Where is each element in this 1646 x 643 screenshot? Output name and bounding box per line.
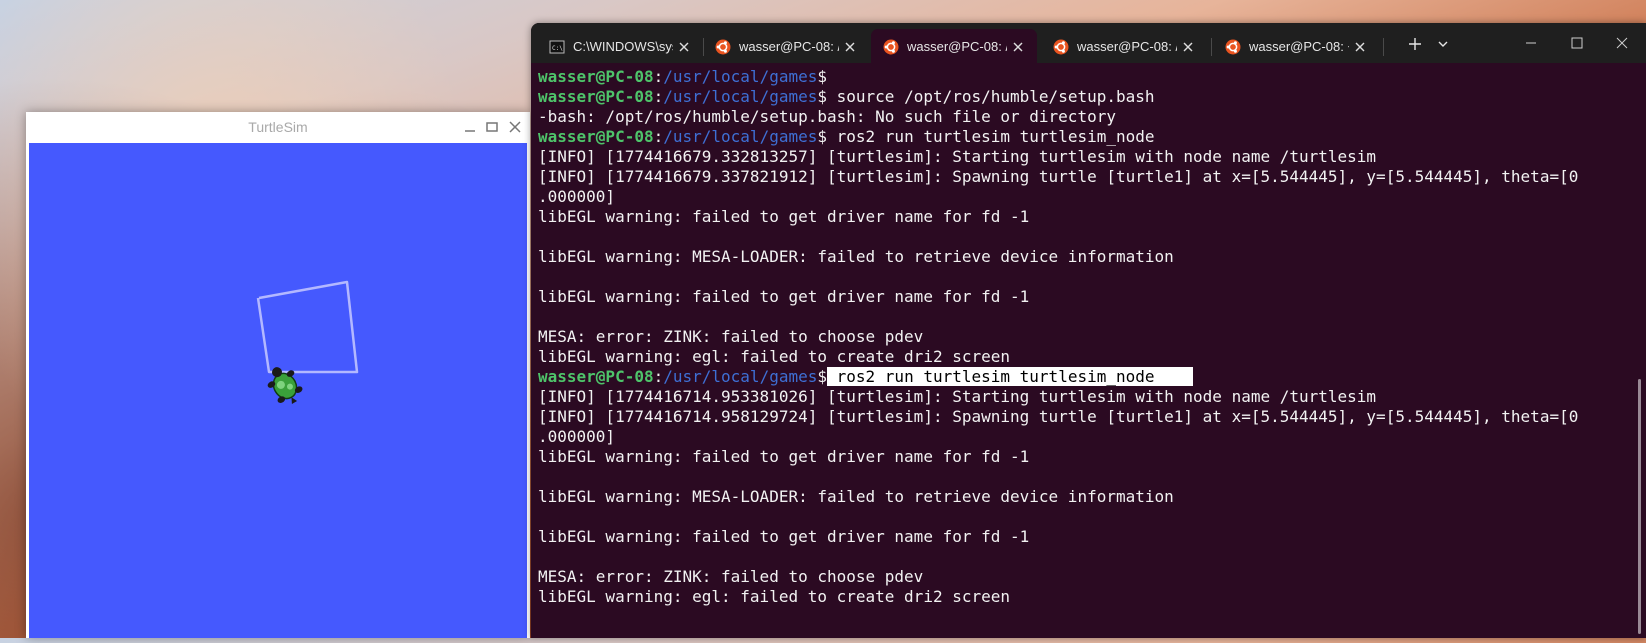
command-text: source /opt/ros/humble/setup.bash [827, 87, 1155, 106]
turtlesim-window: TurtleSim [26, 112, 530, 638]
prompt-separator: : [653, 67, 664, 86]
tab-label: wasser@PC-08: /n [739, 39, 839, 54]
prompt-line: wasser@PC-08:/usr/local/games$ ros2 run … [538, 127, 1638, 147]
tab-ubuntu-2-active[interactable]: wasser@PC-08: /u [871, 29, 1037, 63]
prompt-line: wasser@PC-08:/usr/local/games$ source /o… [538, 87, 1638, 107]
maximize-icon[interactable] [1567, 33, 1587, 53]
tab-ubuntu-1[interactable]: wasser@PC-08: /n [703, 29, 869, 63]
prompt-path: /usr/local/games [663, 127, 818, 146]
prompt-symbol: $ [817, 127, 827, 146]
output-line: [INFO] [1774416679.337821912] [turtlesim… [538, 167, 1579, 186]
chevron-down-icon[interactable] [1434, 35, 1452, 53]
terminal-window: C:\ C:\WINDOWS\syst wasser@PC-08: /n was… [531, 23, 1646, 638]
close-icon[interactable] [677, 40, 691, 54]
tab-ubuntu-3[interactable]: wasser@PC-08: /n [1041, 29, 1207, 63]
ubuntu-icon [883, 39, 899, 55]
prompt-user: wasser@PC-08 [538, 67, 654, 86]
prompt-separator: : [653, 367, 664, 386]
output-line: libEGL warning: failed to get driver nam… [538, 447, 1030, 466]
scrollbar[interactable] [1638, 379, 1641, 634]
close-icon[interactable] [507, 119, 523, 135]
tab-separator [1383, 38, 1384, 56]
close-icon[interactable] [1612, 33, 1632, 53]
minimize-icon[interactable] [1521, 33, 1541, 53]
output-line: libEGL warning: MESA-LOADER: failed to r… [538, 247, 1174, 266]
tab-separator [1211, 38, 1212, 56]
ubuntu-icon [1225, 39, 1241, 55]
prompt-symbol: $ [817, 67, 827, 86]
output-line: MESA: error: ZINK: failed to choose pdev [538, 567, 924, 586]
prompt-line: wasser@PC-08:/usr/local/games$ ros2 run … [538, 367, 1638, 387]
output-line: MESA: error: ZINK: failed to choose pdev [538, 327, 924, 346]
tab-bar: C:\ C:\WINDOWS\syst wasser@PC-08: /n was… [531, 23, 1646, 63]
close-icon[interactable] [843, 40, 857, 54]
ubuntu-icon [1053, 39, 1069, 55]
prompt-line: wasser@PC-08:/usr/local/games$ [538, 67, 1638, 87]
output-line: libEGL warning: MESA-LOADER: failed to r… [538, 487, 1174, 506]
output-line: [INFO] [1774416714.958129724] [turtlesim… [538, 407, 1579, 426]
output-line: libEGL warning: egl: failed to create dr… [538, 587, 1011, 606]
turtle-drawing [256, 280, 359, 404]
prompt-separator: : [653, 87, 664, 106]
terminal-output[interactable]: wasser@PC-08:/usr/local/games$ wasser@PC-… [538, 67, 1638, 627]
output-line: libEGL warning: failed to get driver nam… [538, 207, 1030, 226]
tab-label: wasser@PC-08: /u [907, 39, 1007, 54]
svg-text:C:\: C:\ [552, 45, 563, 52]
close-icon[interactable] [1353, 40, 1367, 54]
output-line: libEGL warning: failed to get driver nam… [538, 527, 1030, 546]
close-icon[interactable] [1011, 40, 1025, 54]
prompt-user: wasser@PC-08 [538, 127, 654, 146]
prompt-path: /usr/local/games [663, 367, 818, 386]
minimize-icon[interactable] [462, 119, 478, 135]
tab-ubuntu-4[interactable]: wasser@PC-08: ~ [1213, 29, 1379, 63]
turtlesim-titlebar[interactable]: TurtleSim [26, 112, 530, 142]
turtle-path [256, 280, 359, 374]
plus-icon[interactable] [1406, 35, 1424, 53]
close-icon[interactable] [1181, 40, 1195, 54]
prompt-symbol: $ [817, 367, 827, 386]
prompt-symbol: $ [817, 87, 827, 106]
ubuntu-icon [715, 39, 731, 55]
prompt-separator: : [653, 127, 664, 146]
output-line: [INFO] [1774416714.953381026] [turtlesim… [538, 387, 1377, 406]
output-line: .000000] [538, 187, 616, 206]
output-line: [INFO] [1774416679.332813257] [turtlesim… [538, 147, 1377, 166]
output-line: .000000] [538, 427, 616, 446]
tab-cmd[interactable]: C:\ C:\WINDOWS\syst [537, 29, 703, 63]
output-line: -bash: /opt/ros/humble/setup.bash: No su… [538, 107, 1116, 126]
output-line: libEGL warning: egl: failed to create dr… [538, 347, 1011, 366]
tab-label: C:\WINDOWS\syst [573, 39, 673, 54]
command-text: ros2 run turtlesim turtlesim_node [827, 127, 1155, 146]
prompt-user: wasser@PC-08 [538, 367, 654, 386]
prompt-user: wasser@PC-08 [538, 87, 654, 106]
prompt-path: /usr/local/games [663, 67, 818, 86]
tab-label: wasser@PC-08: /n [1077, 39, 1177, 54]
prompt-path: /usr/local/games [663, 87, 818, 106]
output-line: libEGL warning: failed to get driver nam… [538, 287, 1030, 306]
turtlesim-canvas[interactable] [29, 143, 527, 638]
maximize-icon[interactable] [484, 119, 500, 135]
turtlesim-title: TurtleSim [248, 119, 308, 135]
command-text: ros2 run turtlesim turtlesim_node [827, 367, 1194, 386]
cmd-icon: C:\ [549, 40, 565, 54]
tab-label: wasser@PC-08: ~ [1249, 39, 1349, 54]
